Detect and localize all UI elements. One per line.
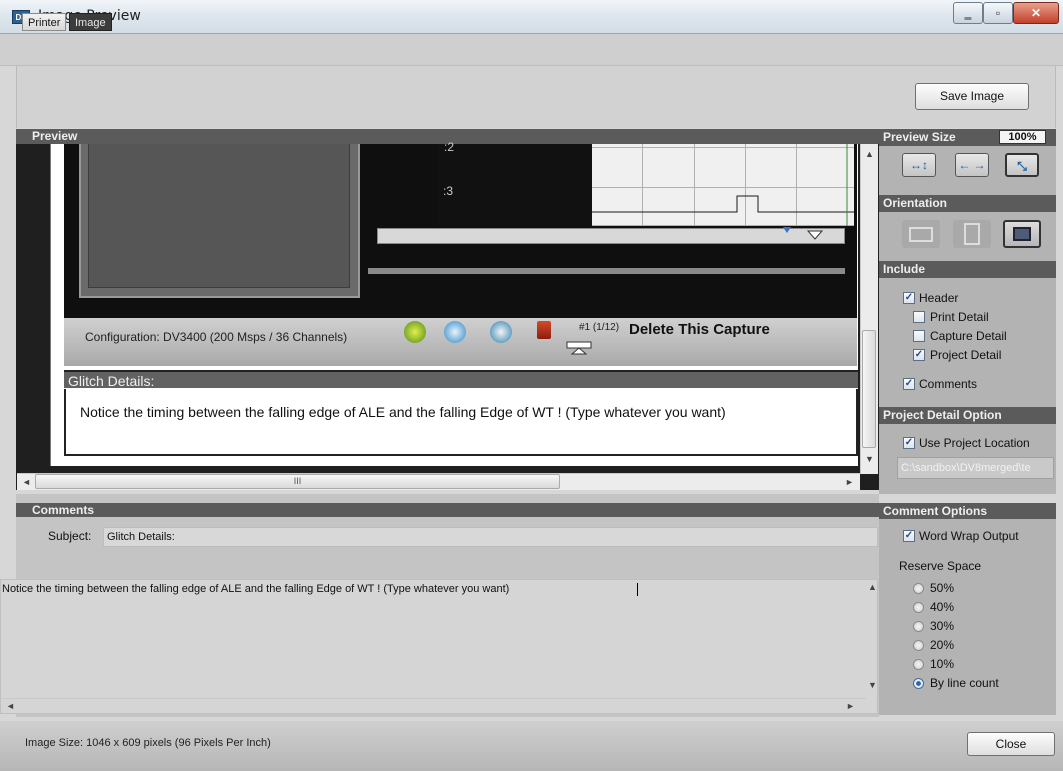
tab-printer[interactable]: Printer — [22, 13, 67, 31]
use-project-location-label: Use Project Location — [919, 436, 1030, 450]
fit-page-icon: ↔↕ — [910, 158, 928, 172]
comment-horizontal-scrollbar[interactable]: ◄ ► — [0, 698, 866, 714]
scroll-right-icon[interactable]: ► — [846, 701, 855, 711]
close-button[interactable]: Close — [967, 732, 1055, 756]
scroll-up-icon[interactable]: ▲ — [865, 149, 874, 159]
comment-vertical-scrollbar[interactable]: ▲ ▼ — [866, 580, 878, 698]
project-detail-checkbox[interactable]: ✓ — [913, 349, 925, 361]
capture-side-panel-inner — [88, 144, 350, 288]
close-icon: ✕ — [1030, 6, 1042, 20]
scroll-left-icon[interactable]: ◄ — [22, 477, 31, 487]
comment-text: Notice the timing between the falling ed… — [2, 583, 510, 595]
settings-gear-icon — [404, 321, 426, 343]
tab-strip — [0, 34, 1063, 66]
reserve-by-line-count-radio[interactable] — [913, 678, 924, 689]
portrait-icon — [964, 223, 980, 245]
comments-header: Comments — [16, 503, 879, 517]
capture-detail-label: Capture Detail — [930, 329, 1007, 343]
comment-options-header: Comment Options — [879, 503, 1056, 519]
scrollbar-grip: III — [293, 476, 302, 486]
comments-checkbox[interactable]: ✓ — [903, 378, 915, 390]
capture-number: #1 (1/12) — [579, 322, 620, 333]
orientation-header: Orientation — [879, 195, 1056, 212]
capture-detail-checkbox[interactable] — [913, 330, 925, 342]
landscape-button[interactable] — [902, 220, 940, 248]
row-label: :2 — [444, 140, 455, 154]
auto-orientation-icon — [1013, 227, 1031, 241]
use-project-location-checkbox[interactable]: ✓ — [903, 437, 915, 449]
portrait-button[interactable] — [953, 220, 991, 248]
glitch-details-header: Glitch Details: — [64, 370, 858, 389]
project-detail-option-header: Project Detail Option — [879, 407, 1056, 424]
subject-input[interactable]: Glitch Details: — [103, 527, 878, 547]
reserve-30-radio[interactable] — [913, 621, 924, 632]
word-wrap-label: Word Wrap Output — [919, 529, 1019, 543]
comment-textarea[interactable] — [0, 579, 878, 714]
waveform-trace — [592, 144, 854, 226]
reserve-20-radio[interactable] — [913, 640, 924, 651]
reserve-option-label: 30% — [930, 619, 955, 633]
title-bar — [0, 0, 1063, 34]
capture-icon — [490, 321, 512, 343]
capture-timeline — [377, 227, 845, 244]
glitch-details-text: Notice the timing between the falling ed… — [80, 404, 726, 420]
capture-pointer-icon — [566, 341, 592, 355]
reserve-option-label: 20% — [930, 638, 955, 652]
timeline-overview — [368, 268, 845, 274]
print-detail-checkbox[interactable] — [913, 311, 925, 323]
trigger-marker-icon — [783, 227, 824, 240]
auto-orientation-button[interactable] — [1003, 220, 1041, 248]
reserve-10-radio[interactable] — [913, 659, 924, 670]
actual-size-icon: ⤡ — [1017, 159, 1027, 173]
project-detail-label: Project Detail — [930, 348, 1002, 362]
landscape-icon — [909, 227, 933, 242]
scrollbar-thumb[interactable] — [862, 330, 876, 448]
print-detail-label: Print Detail — [930, 310, 989, 324]
scrollbar-thumb[interactable]: III — [35, 474, 560, 489]
reserve-space-label: Reserve Space — [899, 559, 982, 573]
scroll-down-icon[interactable]: ▼ — [865, 454, 874, 464]
waveform-grid — [592, 144, 854, 226]
maximize-button[interactable]: ▫ — [983, 2, 1013, 24]
fit-width-icon: ← → — [958, 158, 986, 172]
reserve-option-label: 10% — [930, 657, 955, 671]
header-checkbox[interactable]: ✓ — [903, 292, 915, 304]
maximize-icon: ▫ — [995, 6, 1001, 20]
zoom-level: 100% — [999, 130, 1046, 144]
reserve-option-label: By line count — [930, 676, 999, 690]
include-header: Include — [879, 261, 1056, 278]
reserve-option-label: 50% — [930, 581, 955, 595]
reserve-50-radio[interactable] — [913, 583, 924, 594]
project-path-field[interactable]: C:\sandbox\DV8merged\te — [897, 457, 1054, 479]
subject-label: Subject: — [48, 529, 92, 543]
close-window-button[interactable]: ✕ — [1013, 2, 1059, 24]
row-label: :3 — [443, 184, 454, 198]
scroll-down-icon[interactable]: ▼ — [868, 680, 877, 690]
delete-capture-label: Delete This Capture — [629, 321, 770, 338]
text-cursor — [637, 583, 638, 596]
reserve-40-radio[interactable] — [913, 602, 924, 613]
toolbar — [16, 66, 1056, 128]
comments-checkbox-label: Comments — [919, 377, 978, 391]
header-checkbox-label: Header — [919, 291, 959, 305]
row-labels-column — [437, 144, 592, 226]
scroll-up-icon[interactable]: ▲ — [868, 582, 877, 592]
scroll-right-icon[interactable]: ► — [845, 477, 854, 487]
minimize-icon: ‗ — [964, 6, 972, 20]
glitch-details-box — [64, 389, 858, 456]
tab-image[interactable]: Image — [69, 13, 112, 31]
refresh-icon — [444, 321, 466, 343]
image-size-status: Image Size: 1046 x 609 pixels (96 Pixels… — [25, 737, 271, 749]
reserve-option-label: 40% — [930, 600, 955, 614]
book-icon — [537, 321, 551, 339]
minimize-button[interactable]: ‗ — [953, 2, 983, 24]
config-label: Configuration: DV3400 (200 Msps / 36 Cha… — [85, 330, 348, 344]
word-wrap-checkbox[interactable]: ✓ — [903, 530, 915, 542]
save-image-button[interactable]: Save Image — [915, 83, 1029, 110]
actual-size-button[interactable]: ⤡ — [1005, 153, 1039, 177]
fit-page-button[interactable]: ↔↕ — [902, 153, 936, 177]
scroll-left-icon[interactable]: ◄ — [6, 701, 15, 711]
fit-width-button[interactable]: ← → — [955, 153, 989, 177]
